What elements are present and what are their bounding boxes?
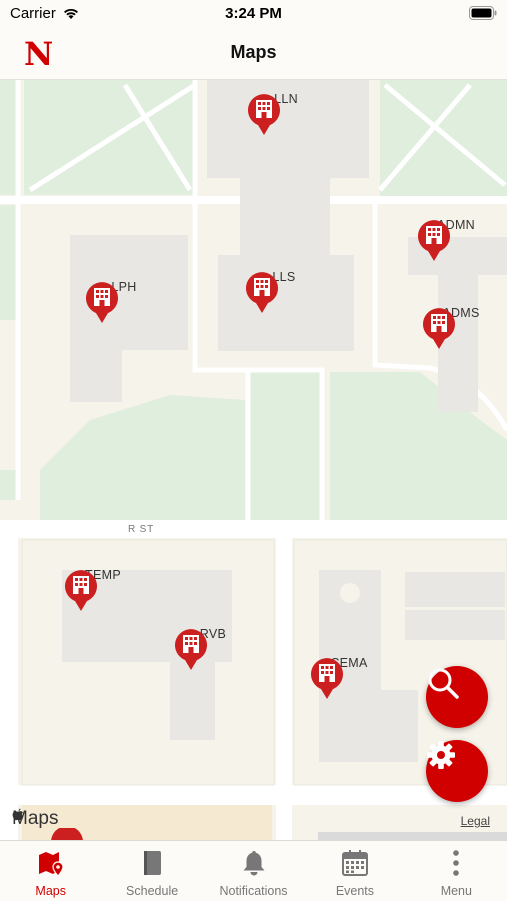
page-title: Maps — [230, 42, 277, 62]
building-icon — [311, 658, 343, 699]
tab-label: Menu — [440, 884, 472, 898]
svg-text:R ST: R ST — [128, 524, 154, 535]
tab-maps[interactable]: Maps — [0, 841, 101, 901]
tab-menu[interactable]: Menu — [406, 841, 507, 901]
map-pin[interactable]: LPH — [84, 280, 164, 323]
tab-label: Events — [335, 884, 375, 898]
building-icon — [246, 272, 278, 313]
apple-icon — [12, 808, 24, 821]
tab-events[interactable]: Events — [304, 841, 405, 901]
campus-map[interactable]: R ST LLN LPH LLS ADMN ADMS TEMP RVB CEMA… — [0, 80, 507, 840]
tab-notifications[interactable]: Notifications — [203, 841, 304, 901]
tab-label: Notifications — [219, 884, 288, 898]
map-pin[interactable]: LLS — [244, 270, 324, 313]
building-icon — [418, 220, 450, 261]
more-vertical-icon — [453, 850, 460, 876]
settings-button[interactable] — [426, 740, 488, 802]
map-pin[interactable]: CEMA — [309, 656, 389, 699]
map-canvas: R ST — [0, 80, 507, 840]
tab-label: Maps — [35, 884, 66, 898]
calendar-icon — [341, 850, 368, 876]
map-pin[interactable]: TEMP — [63, 568, 143, 611]
bell-icon — [243, 851, 265, 876]
gear-icon — [427, 741, 455, 769]
building-icon — [248, 94, 280, 135]
building-icon — [65, 570, 97, 611]
building-icon — [175, 629, 207, 670]
map-pin[interactable]: RVB — [173, 627, 253, 670]
book-icon — [144, 851, 162, 875]
map-pin-icon — [38, 852, 64, 877]
map-pin[interactable]: ADMS — [421, 306, 501, 349]
battery-icon — [469, 6, 497, 20]
building-icon — [86, 282, 118, 323]
legal-link[interactable]: Legal — [461, 814, 490, 828]
building-icon — [423, 308, 455, 349]
tab-schedule[interactable]: Schedule — [101, 841, 202, 901]
clock: 3:24 PM — [225, 5, 282, 22]
map-pin[interactable]: ADMN — [416, 218, 496, 261]
navigation-bar: N Maps — [0, 28, 507, 80]
apple-maps-attribution: Maps — [12, 808, 58, 830]
search-button[interactable] — [426, 666, 488, 728]
tab-label: Schedule — [126, 884, 179, 898]
status-bar: Carrier 3:24 PM — [0, 0, 507, 28]
tab-bar: Maps Schedule Notifications Events Menu — [0, 840, 507, 901]
map-pin[interactable]: LLN — [246, 92, 326, 135]
search-icon — [428, 668, 459, 699]
